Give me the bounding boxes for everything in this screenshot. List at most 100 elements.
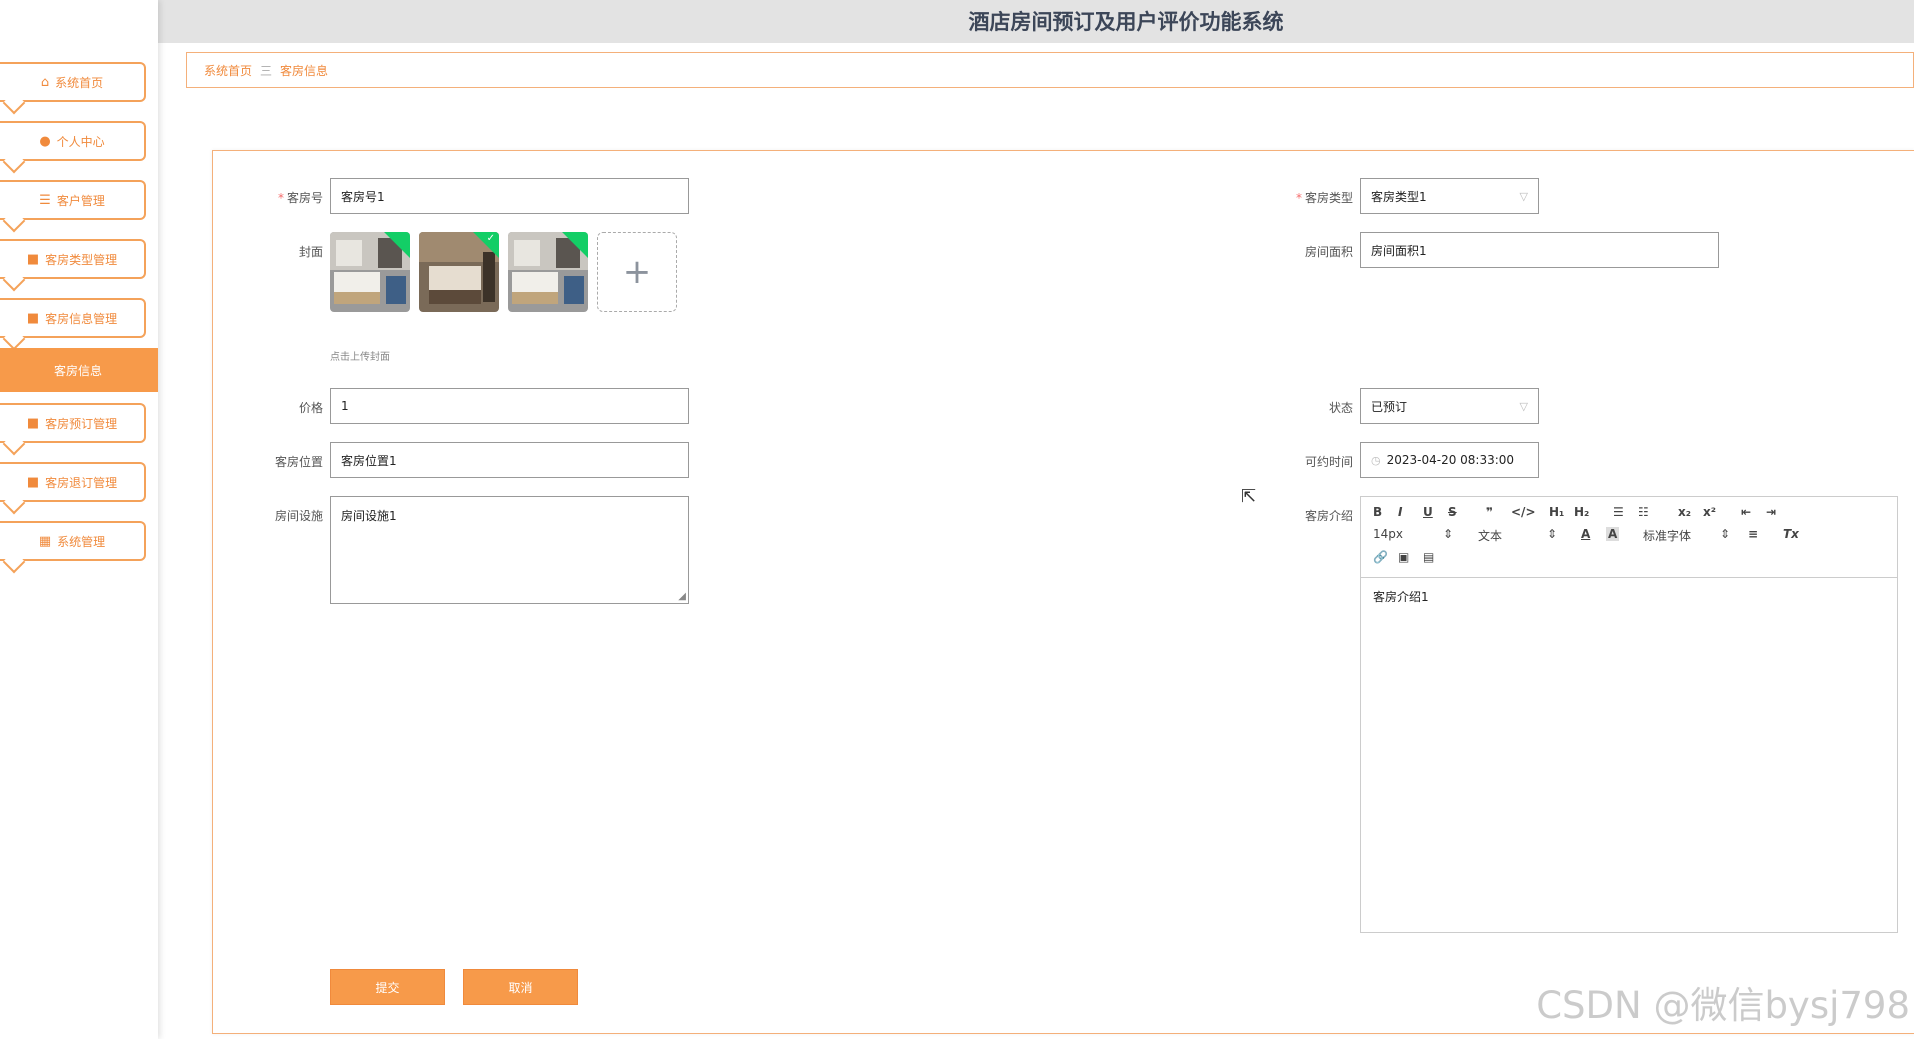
sidebar-item-customers[interactable]: ☰ 客户管理 bbox=[0, 180, 146, 220]
sidebar-item-system[interactable]: ▦ 系统管理 bbox=[0, 521, 146, 561]
location-input[interactable]: 客房位置1 bbox=[330, 442, 689, 478]
status-label: 状态 bbox=[1328, 401, 1353, 415]
calendar-icon: ■ bbox=[26, 415, 40, 431]
form-panel: * 客房号 客房号1 封面 ✓ + 点击上传封面 价格 1 客房位置 客房位置1… bbox=[212, 150, 1914, 1034]
required-mark: * bbox=[277, 191, 284, 205]
sidebar-item-label: 客房预订管理 bbox=[45, 416, 118, 431]
home-icon: ⌂ bbox=[40, 74, 50, 90]
sidebar-item-label: 系统管理 bbox=[57, 534, 106, 549]
strikethrough-icon[interactable]: S bbox=[1448, 505, 1457, 519]
cover-image-3[interactable] bbox=[508, 232, 588, 312]
sidebar-item-label: 客房退订管理 bbox=[45, 475, 118, 490]
location-label: 客房位置 bbox=[274, 455, 323, 469]
status-select[interactable]: 已预订 ▽ bbox=[1360, 388, 1539, 424]
sidebar-item-label: 客户管理 bbox=[56, 193, 105, 208]
select-arrows-icon: ⇕ bbox=[1720, 527, 1731, 541]
available-time-picker[interactable]: ◷ 2023-04-20 08:33:00 bbox=[1360, 442, 1539, 478]
sidebar-item-cancellations[interactable]: ■ 客房退订管理 bbox=[0, 462, 146, 502]
cancel-button[interactable]: 取消 bbox=[463, 969, 578, 1005]
background-color-icon[interactable]: A bbox=[1606, 527, 1620, 541]
sidebar-item-label: 客房信息管理 bbox=[45, 311, 118, 326]
outdent-icon[interactable]: ⇤ bbox=[1741, 505, 1751, 519]
intro-label: 客房介绍 bbox=[1304, 509, 1353, 523]
sidebar-item-label: 系统首页 bbox=[55, 75, 104, 90]
clock-icon: ◷ bbox=[1371, 453, 1381, 467]
blockquote-icon[interactable]: ❞ bbox=[1486, 505, 1493, 519]
room-type-label: * 客房类型 bbox=[1295, 191, 1353, 205]
facilities-value: 房间设施1 bbox=[341, 509, 397, 523]
font-family-select[interactable]: 标准字体 bbox=[1643, 527, 1691, 544]
underline-icon[interactable]: U bbox=[1423, 505, 1433, 519]
font-size-select[interactable]: 14px bbox=[1373, 527, 1403, 541]
font-color-icon[interactable]: A bbox=[1581, 527, 1590, 541]
facilities-label: 房间设施 bbox=[274, 509, 323, 523]
select-arrows-icon: ⇕ bbox=[1443, 527, 1454, 541]
heading1-icon[interactable]: H₁ bbox=[1549, 505, 1564, 519]
sidebar-item-bookings[interactable]: ■ 客房预订管理 bbox=[0, 403, 146, 443]
upload-add-button[interactable]: + bbox=[597, 232, 677, 312]
italic-icon[interactable]: I bbox=[1398, 505, 1402, 519]
sidebar-item-label: 客房类型管理 bbox=[45, 252, 118, 267]
image-icon[interactable]: ▣ bbox=[1398, 550, 1409, 564]
breadcrumb-separator: 三 bbox=[260, 63, 273, 78]
sidebar-item-profile[interactable]: ● 个人中心 bbox=[0, 121, 146, 161]
list-icon: ☰ bbox=[39, 192, 51, 208]
select-arrows-icon: ⇕ bbox=[1547, 527, 1558, 541]
category-icon: ■ bbox=[26, 251, 40, 267]
area-label: 房间面积 bbox=[1304, 245, 1353, 259]
cover-upload-hint: 点击上传封面 bbox=[330, 352, 390, 363]
room-type-select[interactable]: 客房类型1 ▽ bbox=[1360, 178, 1539, 214]
room-no-label: * 客房号 bbox=[277, 191, 323, 205]
heading2-icon[interactable]: H₂ bbox=[1574, 505, 1589, 519]
clear-format-icon[interactable]: Tx bbox=[1783, 527, 1799, 541]
required-mark: * bbox=[1295, 191, 1302, 205]
room-type-value: 客房类型1 bbox=[1371, 189, 1427, 204]
submit-button[interactable]: 提交 bbox=[330, 969, 445, 1005]
chevron-down-icon: ▽ bbox=[1519, 400, 1528, 413]
header-select[interactable]: 文本 bbox=[1478, 527, 1502, 544]
cover-image-1[interactable] bbox=[330, 232, 410, 312]
breadcrumb-current: 客房信息 bbox=[280, 63, 329, 78]
indent-icon[interactable]: ⇥ bbox=[1766, 505, 1776, 519]
grid-icon: ▦ bbox=[38, 533, 52, 549]
editor-content[interactable]: 客房介绍1 bbox=[1361, 578, 1897, 615]
code-icon[interactable]: </> bbox=[1511, 505, 1536, 519]
sidebar: ⌂ 系统首页 ● 个人中心 ☰ 客户管理 ■ 客房类型管理 ■ 客房信息管理 客… bbox=[0, 0, 158, 1039]
align-icon[interactable]: ≡ bbox=[1748, 527, 1758, 541]
superscript-icon[interactable]: x² bbox=[1703, 505, 1716, 519]
cover-label: 封面 bbox=[298, 245, 323, 259]
facilities-textarea[interactable]: 房间设施1 ◢ bbox=[330, 496, 689, 604]
rich-text-editor[interactable]: B I U S ❞ </> H₁ H₂ ☰ ☷ x₂ x² ⇤ ⇥ 14px ⇕… bbox=[1360, 496, 1898, 933]
checkbox-icon: ■ bbox=[26, 474, 40, 490]
cover-image-2[interactable]: ✓ bbox=[419, 232, 499, 312]
link-icon[interactable]: 🔗 bbox=[1373, 550, 1388, 564]
app-title: 酒店房间预订及用户评价功能系统 bbox=[968, 10, 1284, 34]
mouse-cursor-icon: ⇱ bbox=[1241, 486, 1257, 507]
sidebar-item-home[interactable]: ⌂ 系统首页 bbox=[0, 62, 146, 102]
price-input[interactable]: 1 bbox=[330, 388, 689, 424]
bullet-list-icon[interactable]: ☷ bbox=[1638, 505, 1649, 519]
area-input[interactable]: 房间面积1 bbox=[1360, 232, 1719, 268]
available-time-value: 2023-04-20 08:33:00 bbox=[1386, 453, 1515, 467]
bold-icon[interactable]: B bbox=[1373, 505, 1382, 519]
watermark: CSDN @微信bysj798 bbox=[1536, 984, 1910, 1027]
breadcrumb: 系统首页 三 客房信息 bbox=[186, 52, 1914, 88]
top-header: 酒店房间预订及用户评价功能系统 bbox=[158, 0, 1914, 43]
ordered-list-icon[interactable]: ☰ bbox=[1613, 505, 1624, 519]
available-time-label: 可约时间 bbox=[1304, 455, 1353, 469]
room-no-input[interactable]: 客房号1 bbox=[330, 178, 689, 214]
plus-icon: + bbox=[622, 252, 652, 292]
resize-handle-icon[interactable]: ◢ bbox=[678, 591, 686, 602]
status-value: 已预订 bbox=[1371, 399, 1408, 414]
chevron-down-icon: ▽ bbox=[1519, 190, 1528, 203]
price-label: 价格 bbox=[298, 401, 323, 415]
user-icon: ● bbox=[39, 133, 51, 149]
sidebar-item-room-info-mgmt[interactable]: ■ 客房信息管理 bbox=[0, 298, 146, 338]
breadcrumb-home[interactable]: 系统首页 bbox=[204, 62, 252, 79]
subscript-icon[interactable]: x₂ bbox=[1678, 505, 1691, 519]
sidebar-item-room-info[interactable]: 客房信息 bbox=[0, 348, 158, 392]
video-icon[interactable]: ▤ bbox=[1423, 550, 1434, 564]
editor-toolbar: B I U S ❞ </> H₁ H₂ ☰ ☷ x₂ x² ⇤ ⇥ 14px ⇕… bbox=[1361, 497, 1897, 578]
sidebar-item-room-types[interactable]: ■ 客房类型管理 bbox=[0, 239, 146, 279]
check-icon: ✓ bbox=[486, 233, 495, 244]
